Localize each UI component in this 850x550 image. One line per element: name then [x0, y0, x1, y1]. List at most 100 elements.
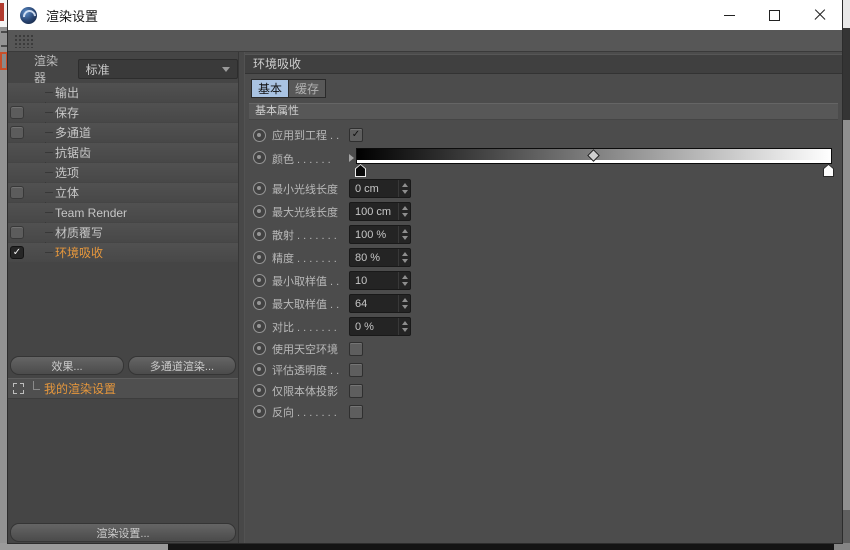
background-fragment: [842, 0, 850, 28]
background-bottom-sliver: [0, 543, 850, 550]
param-label: 颜色 . . . . . .: [272, 151, 349, 167]
anim-key-circle-icon[interactable]: [253, 251, 266, 264]
row-min-samples: 最小取样值 . . 10: [245, 269, 842, 292]
use-sky-environment-checkbox[interactable]: [349, 342, 363, 356]
material-override-enable-checkbox[interactable]: [10, 226, 24, 239]
row-evaluate-transparency: 评估透明度 . .: [245, 359, 842, 380]
tab-cache[interactable]: 缓存: [289, 79, 326, 98]
anim-key-circle-icon[interactable]: [253, 129, 266, 142]
sidebar-item-options[interactable]: 选项: [8, 163, 238, 182]
param-label: 评估透明度 . .: [272, 362, 349, 378]
evaluate-transparency-checkbox[interactable]: [349, 363, 363, 377]
accuracy-field[interactable]: 80 %: [349, 248, 411, 267]
sidebar-item-label: 立体: [55, 184, 79, 201]
spinner-icon[interactable]: [398, 272, 410, 289]
tree-branch-line: [45, 152, 53, 153]
row-dispersion: 散射 . . . . . . . 100 %: [245, 223, 842, 246]
expand-arrow-icon[interactable]: [349, 154, 354, 162]
tab-basic[interactable]: 基本: [251, 79, 289, 98]
panel-splitter[interactable]: [238, 52, 245, 543]
tree-branch-line: [45, 252, 53, 253]
settings-detail-panel: 环境吸收 基本 缓存 基本属性 应用到工程 . .: [245, 52, 842, 543]
toolbar: [8, 30, 842, 52]
minimize-button[interactable]: [707, 0, 752, 30]
sidebar-item-stereoscopic[interactable]: 立体: [8, 183, 238, 202]
anim-key-circle-icon[interactable]: [253, 228, 266, 241]
renderer-dropdown[interactable]: 标准: [78, 59, 238, 79]
sidebar-item-output[interactable]: 输出: [8, 83, 238, 102]
spinner-icon[interactable]: [398, 203, 410, 220]
apply-to-project-checkbox[interactable]: [349, 128, 363, 142]
background-fragment: [1, 31, 7, 47]
anim-key-circle-icon[interactable]: [253, 274, 266, 287]
preset-target-icon: [13, 383, 24, 394]
dispersion-field[interactable]: 100 %: [349, 225, 411, 244]
sidebar-item-save[interactable]: 保存: [8, 103, 238, 122]
spinner-icon[interactable]: [398, 180, 410, 197]
param-label: 最大光线长度: [272, 204, 349, 220]
field-value: 80 %: [355, 252, 398, 264]
spinner-icon[interactable]: [398, 318, 410, 335]
invert-checkbox[interactable]: [349, 405, 363, 419]
maximize-button[interactable]: [752, 0, 797, 30]
anim-key-circle-icon[interactable]: [253, 320, 266, 333]
dialog-body: 渲染器 标准 输出 保存: [8, 52, 842, 543]
multi-pass-enable-checkbox[interactable]: [10, 126, 24, 139]
background-right-sliver: [842, 0, 850, 550]
background-fragment: [0, 3, 4, 21]
sidebar-item-label: Team Render: [55, 206, 127, 220]
min-samples-field[interactable]: 10: [349, 271, 411, 290]
anim-key-circle-icon[interactable]: [253, 363, 266, 376]
settings-tree: 输出 保存 多通道 抗锯齿: [8, 83, 238, 263]
panel-tabs: 基本 缓存: [251, 79, 326, 98]
sidebar-item-ambient-occlusion[interactable]: 环境吸收: [8, 243, 238, 262]
drag-grip-icon[interactable]: [14, 34, 34, 48]
sidebar-item-team-render[interactable]: Team Render: [8, 203, 238, 222]
titlebar[interactable]: 渲染设置: [8, 0, 842, 30]
renderer-row: 渲染器 标准: [8, 58, 238, 80]
min-ray-length-field[interactable]: 0 cm: [349, 179, 411, 198]
multi-pass-render-button[interactable]: 多通道渲染...: [128, 356, 236, 375]
row-self-shadowing-only: 仅限本体投影: [245, 380, 842, 401]
sidebar-item-anti-aliasing[interactable]: 抗锯齿: [8, 143, 238, 162]
ambient-occlusion-enable-checkbox[interactable]: [10, 246, 24, 259]
sidebar-item-material-override[interactable]: 材质覆写: [8, 223, 238, 242]
anim-key-circle-icon[interactable]: [253, 205, 266, 218]
spinner-icon[interactable]: [398, 226, 410, 243]
max-ray-length-field[interactable]: 100 cm: [349, 202, 411, 221]
row-invert: 反向 . . . . . . .: [245, 401, 842, 422]
sidebar-item-label: 环境吸收: [55, 244, 103, 261]
param-label: 对比 . . . . . . .: [272, 319, 349, 335]
render-preset-item[interactable]: 我的渲染设置: [8, 378, 238, 399]
anim-key-circle-icon[interactable]: [253, 405, 266, 418]
anim-key-circle-icon[interactable]: [253, 151, 266, 164]
minimize-icon: [724, 15, 735, 16]
sidebar-item-label: 选项: [55, 164, 79, 181]
row-apply-to-project: 应用到工程 . .: [245, 124, 842, 146]
tree-branch-line: [45, 132, 53, 133]
render-settings-button[interactable]: 渲染设置...: [10, 523, 236, 542]
anim-key-circle-icon[interactable]: [253, 182, 266, 195]
anim-key-circle-icon[interactable]: [253, 384, 266, 397]
gradient-knot-black[interactable]: [355, 164, 366, 177]
self-shadowing-only-checkbox[interactable]: [349, 384, 363, 398]
max-samples-field[interactable]: 64: [349, 294, 411, 313]
effects-button[interactable]: 效果...: [10, 356, 124, 375]
anim-key-circle-icon[interactable]: [253, 342, 266, 355]
param-label: 散射 . . . . . . .: [272, 227, 349, 243]
maximize-icon: [769, 10, 780, 21]
param-label: 仅限本体投影: [272, 383, 349, 399]
row-max-ray-length: 最大光线长度 100 cm: [245, 200, 842, 223]
save-enable-checkbox[interactable]: [10, 106, 24, 119]
stereoscopic-enable-checkbox[interactable]: [10, 186, 24, 199]
field-value: 64: [355, 298, 398, 310]
sidebar-item-multi-pass[interactable]: 多通道: [8, 123, 238, 142]
window-controls: [707, 0, 842, 30]
anim-key-circle-icon[interactable]: [253, 297, 266, 310]
spinner-icon[interactable]: [398, 249, 410, 266]
gradient-knot-white[interactable]: [823, 164, 834, 177]
spinner-icon[interactable]: [398, 295, 410, 312]
contrast-field[interactable]: 0 %: [349, 317, 411, 336]
color-gradient-control[interactable]: [356, 146, 832, 177]
close-button[interactable]: [797, 0, 842, 30]
